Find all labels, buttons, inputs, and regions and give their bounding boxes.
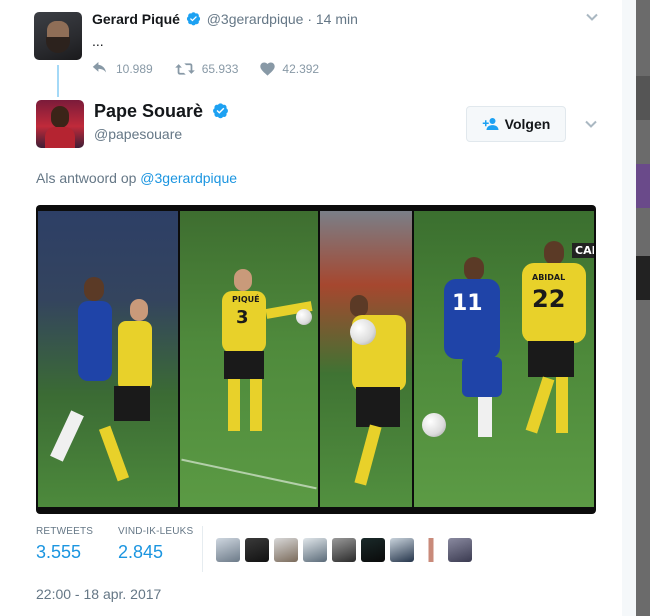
retweet-count: 65.933 [201, 62, 239, 76]
reply-to-link[interactable]: @3gerardpique [140, 170, 237, 186]
broadcaster-logo: CAN [572, 243, 594, 258]
parent-tweet[interactable]: Gerard Piqué @3gerardpique · 14 min ... … [0, 0, 614, 90]
parent-time[interactable]: 14 min [316, 11, 358, 27]
parent-handle[interactable]: @3gerardpique [207, 11, 304, 27]
liker-avatar[interactable] [216, 538, 240, 562]
liker-avatar[interactable] [390, 538, 414, 562]
jersey-name-pique: PIQUÉ [232, 295, 260, 304]
retweets-stat[interactable]: RETWEETS 3.555 [36, 526, 93, 563]
tweet-photo[interactable]: PIQUÉ 3 CAN 11 ABIDAL 22 [36, 205, 596, 514]
background-thumbnail [636, 76, 650, 120]
liker-avatar[interactable] [361, 538, 385, 562]
photo-panel-3 [320, 211, 412, 507]
follow-button[interactable]: Volgen [466, 106, 566, 142]
likes-label: VIND-IK-LEUKS [118, 526, 194, 537]
parent-actions: 10.989 65.933 42.392 [92, 61, 341, 77]
chevron-down-icon[interactable] [584, 9, 600, 30]
tweet-permalink-panel: Gerard Piqué @3gerardpique · 14 min ... … [0, 0, 614, 616]
tweet-author-handle[interactable]: @papesouare [94, 126, 182, 142]
add-person-icon [482, 118, 499, 130]
heart-icon [260, 62, 276, 76]
jersey-number-3: 3 [236, 307, 249, 328]
retweet-action[interactable]: 65.933 [174, 62, 239, 76]
liker-avatar[interactable] [419, 538, 443, 562]
reply-action[interactable]: 10.989 [92, 62, 153, 76]
retweets-label: RETWEETS [36, 526, 94, 537]
parent-avatar[interactable] [34, 12, 82, 60]
retweets-value: 3.555 [36, 542, 82, 562]
liker-avatar[interactable] [303, 538, 327, 562]
reply-count: 10.989 [116, 62, 153, 76]
like-action[interactable]: 42.392 [260, 62, 319, 76]
liker-avatar[interactable] [332, 538, 356, 562]
separator-dot: · [307, 11, 312, 27]
conversation-thread-line [57, 65, 59, 97]
likers-avatars [216, 538, 477, 562]
jersey-name-abidal: ABIDAL [532, 273, 566, 282]
parent-name[interactable]: Gerard Piqué [92, 11, 180, 27]
likes-stat[interactable]: VIND-IK-LEUKS 2.845 [118, 526, 193, 563]
parent-header: Gerard Piqué @3gerardpique · 14 min [92, 11, 358, 27]
follow-label: Volgen [504, 116, 551, 132]
parent-text: ... [92, 33, 104, 49]
photo-panel-2: PIQUÉ 3 [180, 211, 318, 507]
liker-avatar[interactable] [245, 538, 269, 562]
verified-badge-icon [184, 11, 207, 27]
background-thumbnail [636, 256, 650, 300]
reply-prefix: Als antwoord op [36, 170, 137, 186]
photo-panel-1 [38, 211, 178, 507]
background-thumbnail [636, 164, 650, 208]
jersey-number-11: 11 [452, 291, 483, 316]
photo-panel-4: CAN 11 ABIDAL 22 [414, 211, 594, 507]
chevron-down-icon[interactable] [583, 116, 599, 137]
reply-context: Als antwoord op @3gerardpique [36, 170, 237, 186]
likes-value: 2.845 [118, 542, 164, 562]
jersey-number-22: 22 [532, 285, 566, 313]
scroll-gutter[interactable] [622, 0, 636, 616]
verified-badge-icon [208, 101, 231, 121]
reply-icon [92, 62, 107, 73]
liker-avatar[interactable] [274, 538, 298, 562]
tweet-timestamp[interactable]: 22:00 - 18 apr. 2017 [36, 586, 161, 602]
retweet-icon [174, 63, 195, 75]
tweet-stats: RETWEETS 3.555 VIND-IK-LEUKS 2.845 [36, 526, 596, 572]
like-count: 42.392 [282, 62, 320, 76]
tweet-author-avatar[interactable] [36, 100, 84, 148]
liker-avatar[interactable] [448, 538, 472, 562]
stats-divider [202, 526, 203, 572]
tweet-author-name[interactable]: Pape Souarè [94, 101, 203, 121]
tweet-author-name-line[interactable]: Pape Souarè [94, 101, 231, 122]
